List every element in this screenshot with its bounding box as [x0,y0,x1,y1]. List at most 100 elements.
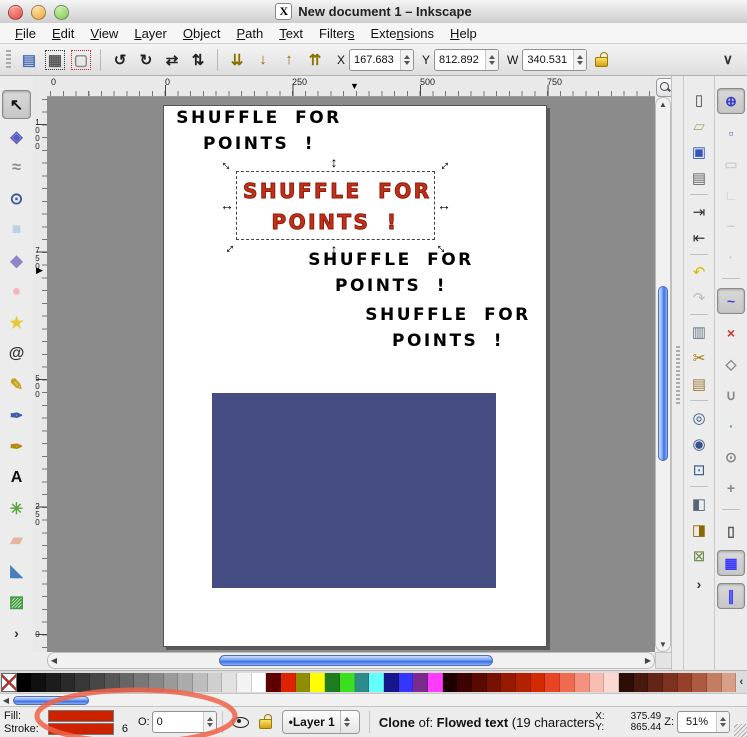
gradient-tool[interactable]: ▨ [3,588,30,615]
palette-swatch[interactable] [692,673,707,692]
node-tool[interactable]: ◈ [3,123,30,150]
palette-swatch[interactable] [149,673,164,692]
palette-swatch[interactable] [134,673,149,692]
palette-scroll-left-arrow[interactable]: ◀ [0,696,12,705]
print-document-button[interactable]: ▤ [687,166,711,189]
fill-color-swatch[interactable] [48,710,114,722]
layer-selector[interactable]: •Layer 1 [282,710,360,734]
pencil-tool[interactable]: ✎ [3,371,30,398]
palette-swatch[interactable] [531,673,546,692]
select-all-layers-button[interactable]: ▦ [43,48,67,72]
lock-ratio-toggle[interactable] [595,57,608,67]
horizontal-ruler[interactable]: 00250500750▼ [47,76,655,97]
scroll-right-arrow[interactable]: ▶ [642,656,654,665]
palette-swatch[interactable] [443,673,458,692]
flowed-text-1[interactable]: SHUFFLE FORPOINTS ! [167,105,351,158]
scale-handle-e[interactable]: ↔ [437,198,451,212]
cut-button[interactable]: ✂ [687,346,711,369]
menu-file[interactable]: File [8,25,43,42]
opacity-spinner[interactable] [203,712,216,732]
palette-swatch[interactable] [678,673,693,692]
zoom-spinner[interactable] [716,712,729,732]
palette-swatch[interactable] [61,673,76,692]
snap-object-centers-button[interactable]: ⊙ [718,445,744,469]
palette-swatch[interactable] [17,673,32,692]
snap-bbox-centers-button[interactable]: · [718,245,744,269]
field-y-input[interactable]: 812.892 [434,49,499,71]
vertical-scroll-thumb[interactable] [658,286,668,461]
palette-swatch[interactable] [193,673,208,692]
flowed-text-2[interactable]: SHUFFLE FORPOINTS ! [299,247,483,300]
palette-swatch[interactable] [75,673,90,692]
palette-swatch[interactable] [237,673,252,692]
redo-button[interactable]: ↷ [687,286,711,309]
toolbar-grip[interactable] [6,50,11,70]
field-x-input[interactable]: 167.683 [349,49,414,71]
snap-smooth-nodes-button[interactable]: ∪ [718,383,744,407]
layer-visibility-eye-icon[interactable] [232,717,249,728]
palette-swatch[interactable] [164,673,179,692]
menu-help[interactable]: Help [443,25,484,42]
palette-scroll-arrow-icon[interactable]: ‹ [736,676,746,688]
calligraphy-tool[interactable]: ✒ [3,433,30,460]
palette-swatch[interactable] [105,673,120,692]
snap-nodes-paths-button[interactable]: ~ [717,288,745,314]
palette-swatch[interactable] [46,673,61,692]
palette-swatch[interactable] [310,673,325,692]
duplicate-button[interactable]: ◧ [687,492,711,515]
menu-extensions[interactable]: Extensions [363,25,441,42]
unlink-clone-button[interactable]: ⊠ [687,544,711,567]
snap-bbox-corners-button[interactable]: ∟ [718,183,744,207]
menu-layer[interactable]: Layer [127,25,174,42]
menu-text[interactable]: Text [272,25,310,42]
snap-enable-button[interactable]: ⊕ [717,88,745,114]
snap-guides-button[interactable]: ∥ [717,583,745,609]
toolbox-more-chevron-icon[interactable]: › [14,625,19,641]
palette-swatch[interactable] [281,673,296,692]
scroll-up-arrow[interactable]: ▲ [657,100,669,109]
palette-swatch[interactable] [634,673,649,692]
rotate-ccw-button[interactable]: ↺ [108,48,132,72]
zoom-window-button[interactable] [54,5,69,20]
palette-swatch[interactable] [369,673,384,692]
paste-button[interactable]: ▤ [687,372,711,395]
palette-swatch[interactable] [340,673,355,692]
rectangle-tool[interactable]: ■ [3,216,30,243]
palette-swatch[interactable] [208,673,223,692]
snap-bounding-box-button[interactable]: ▫ [718,121,744,145]
field-w-spinner[interactable] [573,50,586,70]
palette-swatch[interactable] [252,673,267,692]
palette-scroll-thumb[interactable] [13,696,89,705]
layer-dropdown-arrows[interactable] [340,711,353,733]
palette-swatch[interactable] [325,673,340,692]
canvas[interactable]: SHUFFLE FORPOINTS !SHUFFLE FORPOINTS !SH… [47,97,655,652]
undo-button[interactable]: ↶ [687,260,711,283]
new-document-button[interactable]: ▯ [687,88,711,111]
zoom-selection-button[interactable]: ◎ [687,406,711,429]
create-clone-button[interactable]: ◨ [687,518,711,541]
selector-tool[interactable]: ↖ [2,90,31,119]
selection-box[interactable]: ↔↕↔↔↔↔↕↔ [236,171,435,240]
palette-swatch[interactable] [560,673,575,692]
commands-more-chevron-icon[interactable]: › [697,576,702,592]
tweak-tool[interactable]: ≈ [3,154,30,181]
pen-tool[interactable]: ✒ [3,402,30,429]
snap-page-border-button[interactable]: ▯ [718,519,744,543]
menu-view[interactable]: View [83,25,125,42]
rotate-cw-button[interactable]: ↻ [134,48,158,72]
select-all-button[interactable]: ▤ [17,48,41,72]
snap-bbox-edges-button[interactable]: ▭ [718,152,744,176]
lower-to-bottom-button[interactable]: ⇊ [225,48,249,72]
flip-vertical-button[interactable]: ⇅ [186,48,210,72]
raise-to-top-button[interactable]: ⇈ [303,48,327,72]
scale-handle-w[interactable]: ↔ [220,198,234,212]
palette-swatch[interactable] [516,673,531,692]
export-button[interactable]: ⇤ [687,226,711,249]
raise-one-step-button[interactable]: ↑ [277,48,301,72]
zoom-tool[interactable]: ⊙ [3,185,30,212]
layer-lock-icon[interactable] [259,719,272,729]
field-y-spinner[interactable] [485,50,498,70]
flip-horizontal-button[interactable]: ⇄ [160,48,184,72]
palette-swatch[interactable] [178,673,193,692]
save-document-button[interactable]: ▣ [687,140,711,163]
